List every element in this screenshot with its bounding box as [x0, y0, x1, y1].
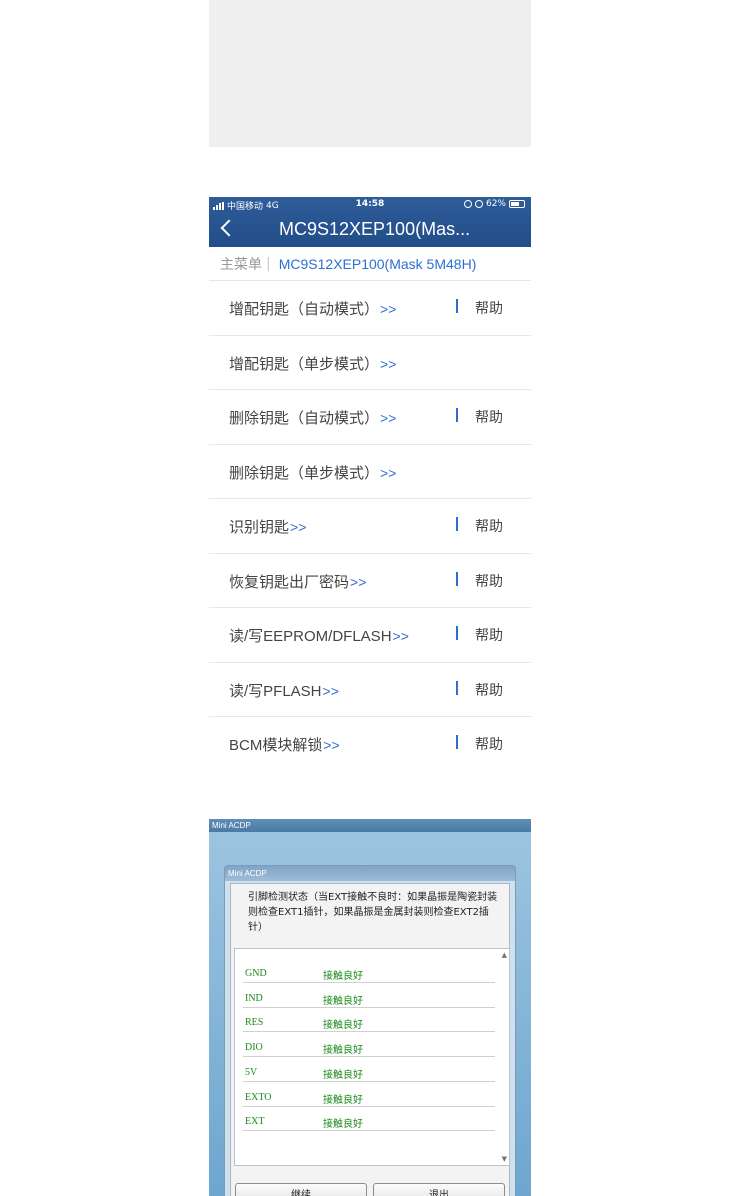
pin-name: 5V	[245, 1066, 258, 1078]
pin-row: RES 接触良好	[243, 1007, 495, 1033]
menu-item-arrow: >>	[380, 355, 397, 372]
menu-item-label: 增配钥匙（自动模式）>>	[229, 298, 396, 319]
menu-item-label: 读/写PFLASH>>	[229, 680, 339, 701]
pin-status: 接触良好	[323, 1094, 363, 1106]
breadcrumb-separator: |	[266, 255, 271, 272]
menu-item-arrow: >>	[392, 628, 409, 644]
app-header: 中国移动 4G 14:58 62% MC9S12XEP100(Mas...	[209, 197, 531, 247]
menu-item[interactable]: 删除钥匙（自动模式）>> 帮助	[209, 390, 531, 445]
lock-rotation-icon	[463, 200, 472, 208]
breadcrumb: 主菜单 | MC9S12XEP100(Mask 5M48H)	[209, 247, 531, 281]
page-title: MC9S12XEP100(Mas...	[279, 219, 471, 239]
menu-item-arrow: >>	[323, 737, 340, 753]
pin-row: GND 接触良好	[243, 958, 495, 983]
pin-name: GND	[245, 968, 267, 979]
pin-status: 接触良好	[323, 1020, 363, 1032]
menu-item-arrow: >>	[380, 301, 397, 317]
battery-icon	[509, 200, 525, 208]
menu-item-label: 增配钥匙（单步模式）>>	[229, 353, 396, 374]
pin-check-dialog: Mini ACDP 引脚检测状态（当EXT接触不良时：如果晶振是陶瓷封装则检查E…	[224, 865, 516, 1196]
help-divider	[456, 408, 458, 422]
battery-label: 62%	[485, 199, 506, 209]
menu-item-text: 恢复钥匙出厂密码	[229, 573, 350, 591]
help-link[interactable]: 帮助	[475, 680, 503, 700]
help-divider	[456, 735, 458, 749]
menu-item-text: 增配钥匙（单步模式）	[229, 355, 380, 373]
menu-item[interactable]: 增配钥匙（单步模式）>>	[209, 336, 531, 390]
pin-name: DIO	[245, 1042, 263, 1054]
pin-name: IND	[245, 992, 263, 1004]
menu-item[interactable]: BCM模块解锁>> 帮助	[209, 717, 531, 769]
pin-status: 接触良好	[323, 1069, 363, 1081]
help-divider	[456, 626, 458, 640]
menu-item-label: 删除钥匙（自动模式）>>	[229, 407, 396, 428]
help-divider	[456, 517, 458, 531]
breadcrumb-current: MC9S12XEP100(Mask 5M48H)	[278, 255, 477, 272]
help-link[interactable]: 帮助	[475, 734, 503, 754]
menu-item-arrow: >>	[322, 682, 339, 699]
function-menu: 增配钥匙（自动模式）>> 帮助 增配钥匙（单步模式）>> 删除钥匙（自动模式）>> 帮助…	[209, 281, 531, 769]
help-link[interactable]: 帮助	[475, 298, 503, 318]
exit-button[interactable]: 退出	[373, 1183, 505, 1196]
menu-item[interactable]: 增配钥匙（自动模式）>> 帮助	[209, 281, 531, 336]
menu-item[interactable]: 读/写EEPROM/DFLASH>> 帮助	[209, 608, 531, 663]
pin-status-list[interactable]: ▲ ▼ GND 接触良好 IND 接触良好 RES 接触良好 DIO 接触良好 5V 接触良好 EX…	[234, 948, 510, 1166]
back-arrow-icon[interactable]	[220, 219, 238, 237]
continue-button[interactable]: 继续	[235, 1183, 367, 1196]
pin-status: 接触良好	[323, 1119, 363, 1131]
menu-item-arrow: >>	[380, 410, 397, 426]
image-placeholder	[209, 0, 531, 147]
outer-window-title: Mini ACDP	[209, 819, 531, 832]
help-divider	[456, 299, 458, 313]
menu-item-text: BCM模块解锁	[229, 737, 323, 754]
scroll-down-icon[interactable]: ▼	[502, 1155, 507, 1163]
menu-item[interactable]: 读/写PFLASH>> 帮助	[209, 663, 531, 717]
menu-item[interactable]: 恢复钥匙出厂密码>> 帮助	[209, 554, 531, 608]
pin-row: 5V 接触良好	[243, 1057, 495, 1082]
pin-name: RES	[245, 1017, 264, 1029]
help-link[interactable]: 帮助	[475, 516, 503, 536]
pin-row: DIO 接触良好	[243, 1032, 495, 1058]
menu-item-text: 读/写PFLASH	[229, 682, 322, 700]
windows-screenshot: Mini ACDP 数据 Mini ACDP 引脚检测状态（当EXT接触不良时：…	[209, 819, 531, 1196]
menu-item-text: 识别钥匙	[229, 519, 290, 536]
help-link[interactable]: 帮助	[475, 407, 503, 427]
pin-status: 接触良好	[323, 995, 363, 1007]
menu-item-label: BCM模块解锁>>	[229, 734, 340, 755]
dialog-title: Mini ACDP	[225, 866, 515, 881]
menu-item-text: 删除钥匙（单步模式）	[229, 464, 380, 482]
menu-item[interactable]: 识别钥匙>> 帮助	[209, 499, 531, 554]
help-link[interactable]: 帮助	[475, 571, 503, 591]
pin-row: EXTO 接触良好	[243, 1082, 495, 1107]
breadcrumb-home[interactable]: 主菜单	[220, 254, 262, 274]
pin-name: EXTO	[245, 1091, 272, 1103]
menu-item-label: 识别钥匙>>	[229, 516, 306, 537]
alarm-icon	[474, 200, 483, 208]
scroll-up-icon[interactable]: ▲	[502, 951, 507, 959]
menu-item-label: 读/写EEPROM/DFLASH>>	[229, 625, 409, 646]
menu-item-text: 读/写EEPROM/DFLASH	[229, 628, 392, 645]
pin-row: IND 接触良好	[243, 983, 495, 1008]
menu-item[interactable]: 删除钥匙（单步模式）>>	[209, 445, 531, 499]
menu-item-text: 增配钥匙（自动模式）	[229, 301, 380, 318]
menu-item-text: 删除钥匙（自动模式）	[229, 410, 380, 427]
pin-status: 接触良好	[323, 1045, 363, 1057]
phone-screen: 中国移动 4G 14:58 62% MC9S12XEP100(Mas... 主菜…	[209, 197, 531, 769]
help-divider	[456, 680, 458, 695]
menu-item-arrow: >>	[350, 573, 367, 590]
menu-item-arrow: >>	[380, 464, 397, 481]
menu-item-arrow: >>	[290, 519, 307, 535]
help-link[interactable]: 帮助	[475, 625, 503, 645]
menu-item-label: 删除钥匙（单步模式）>>	[229, 462, 396, 483]
pin-name: EXT	[245, 1116, 265, 1128]
pin-row: EXT 接触良好	[243, 1106, 495, 1132]
help-divider	[456, 571, 458, 586]
dialog-message: 引脚检测状态（当EXT接触不良时：如果晶振是陶瓷封装则检查EXT1插针，如果晶振…	[248, 892, 498, 933]
status-bar: 中国移动 4G 14:58 62%	[209, 199, 531, 213]
menu-item-label: 恢复钥匙出厂密码>>	[229, 571, 366, 592]
pin-status: 接触良好	[323, 971, 363, 982]
